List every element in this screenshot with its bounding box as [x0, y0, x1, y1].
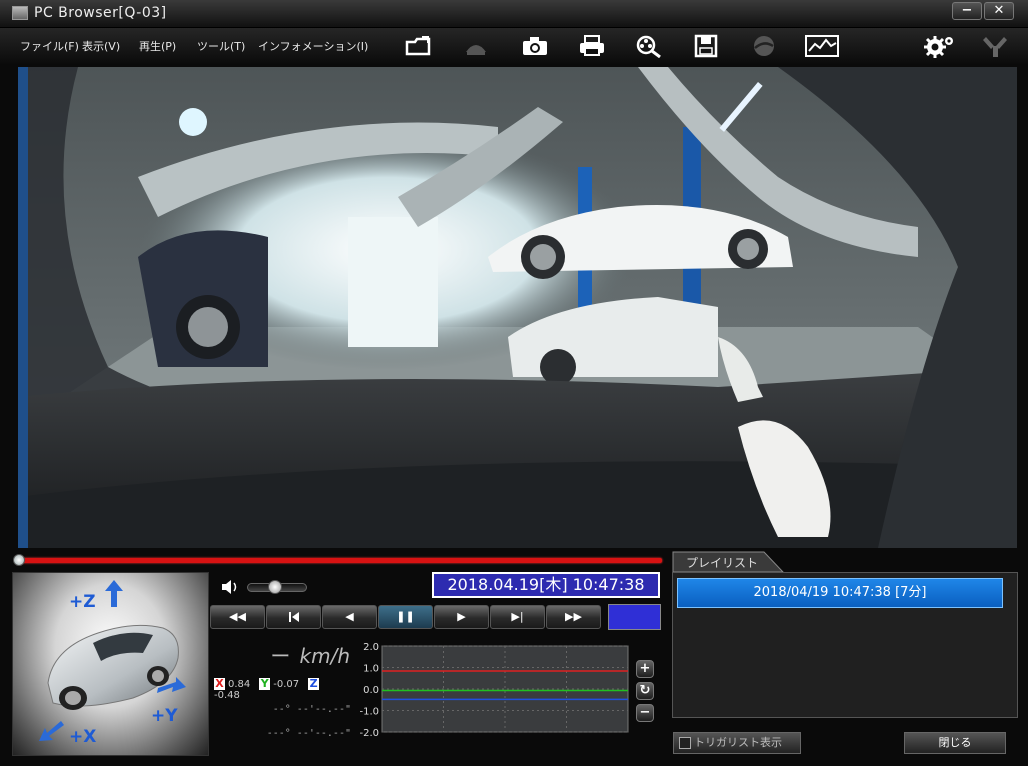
- orientation-panel: +Z +Y +X: [12, 572, 209, 756]
- rewind-button[interactable]: ◀◀: [210, 605, 265, 629]
- chart-ytick-label: 0.0: [363, 685, 379, 696]
- next-button[interactable]: ▶|: [490, 605, 545, 629]
- x-value: 0.84: [228, 679, 251, 690]
- title-bar: PC Browser[Q-03] − ✕: [0, 0, 1028, 28]
- previous-icon: [288, 612, 299, 622]
- chart-ytick-label: -1.0: [359, 707, 379, 718]
- datetime-display: 2018.04.19[木] 10:47:38: [432, 572, 660, 598]
- y-key: Y: [259, 677, 271, 690]
- seek-track[interactable]: [16, 558, 662, 563]
- menu-file[interactable]: ファイル(F): [20, 38, 79, 54]
- volume-knob[interactable]: [268, 580, 282, 594]
- export-disabled-icon[interactable]: [461, 34, 491, 58]
- menu-tools[interactable]: ツール(T): [197, 38, 245, 54]
- x-key: X: [214, 677, 225, 690]
- volume-icon[interactable]: [220, 578, 240, 596]
- chart-reset-button[interactable]: ↻: [636, 682, 654, 700]
- settings-icon[interactable]: [921, 34, 957, 58]
- playlist-tab[interactable]: プレイリスト: [672, 550, 784, 572]
- close-window-button[interactable]: ✕: [984, 2, 1014, 20]
- camera-icon[interactable]: [520, 34, 550, 58]
- chart-ytick-label: -2.0: [359, 728, 379, 738]
- pause-button[interactable]: ❚❚: [378, 605, 433, 629]
- trigger-list-label: トリガリスト表示: [694, 736, 782, 749]
- axis-z-label: +Z: [69, 592, 96, 612]
- video-frame[interactable]: [18, 67, 1017, 548]
- print-icon[interactable]: [577, 34, 607, 58]
- trigger-list-checkbox[interactable]: [679, 737, 691, 749]
- step-back-button[interactable]: ◀: [322, 605, 377, 629]
- playlist-tab-label: プレイリスト: [686, 556, 759, 570]
- save-icon[interactable]: [691, 34, 721, 58]
- axis-y-label: +Y: [151, 706, 178, 726]
- playlist-panel: 2018/04/19 10:47:38 [7分]: [672, 572, 1018, 718]
- window-title: PC Browser[Q-03]: [34, 5, 167, 21]
- app-icon: [12, 6, 28, 20]
- video-image: [18, 67, 1017, 548]
- play-button[interactable]: ▶: [434, 605, 489, 629]
- chart-zoom-in-button[interactable]: +: [636, 660, 654, 678]
- z-arrow-icon: [105, 580, 123, 607]
- menu-playback[interactable]: 再生(P): [139, 38, 176, 54]
- longitude-readout: ---° --'--.--": [266, 728, 351, 739]
- fast-forward-button[interactable]: ▶▶: [546, 605, 601, 629]
- map-disabled-icon[interactable]: [749, 34, 779, 58]
- trigger-list-toggle[interactable]: トリガリスト表示: [673, 732, 801, 754]
- z-key: Z: [308, 677, 320, 690]
- menu-toolbar: ファイル(F) 表示(V) 再生(P) ツール(T) インフォメーション(I): [0, 28, 1028, 64]
- folder-open-icon[interactable]: [404, 34, 434, 58]
- speed-unit: km/h: [299, 644, 350, 668]
- previous-button[interactable]: [266, 605, 321, 629]
- car-3d-icon: [39, 580, 186, 741]
- x-arrow-icon: [39, 721, 64, 741]
- axis-x-label: +X: [69, 727, 97, 747]
- menu-view[interactable]: 表示(V): [82, 38, 120, 54]
- minimize-button[interactable]: −: [952, 2, 982, 20]
- speed-display: ー km/h: [212, 640, 350, 670]
- z-value: -0.48: [214, 690, 240, 701]
- graph-map-icon[interactable]: [804, 34, 840, 58]
- speed-value: ー: [270, 644, 291, 668]
- gsensor-values: X 0.84 Y -0.07 Z -0.48: [214, 677, 354, 701]
- playlist-item[interactable]: 2018/04/19 10:47:38 [7分]: [677, 578, 1003, 608]
- color-indicator[interactable]: [608, 604, 661, 630]
- y-value: -0.07: [273, 679, 300, 690]
- tool-disabled-icon[interactable]: [980, 34, 1010, 58]
- gsensor-chart: 2.0 1.0 0.0 -1.0 -2.0: [359, 642, 629, 738]
- latitude-readout: --° --'--.--": [272, 704, 351, 715]
- close-button[interactable]: 閉じる: [904, 732, 1006, 754]
- seek-bar[interactable]: [13, 554, 662, 566]
- seek-thumb[interactable]: [13, 554, 25, 566]
- chart-ytick-label: 1.0: [363, 664, 379, 675]
- search-film-icon[interactable]: [634, 34, 664, 59]
- volume-slider[interactable]: [247, 580, 307, 594]
- playback-controls: ◀◀ ◀ ❚❚ ▶ ▶| ▶▶: [210, 605, 601, 629]
- chart-ytick-label: 2.0: [363, 642, 379, 653]
- menu-information[interactable]: インフォメーション(I): [258, 38, 368, 54]
- chart-zoom-out-button[interactable]: −: [636, 704, 654, 722]
